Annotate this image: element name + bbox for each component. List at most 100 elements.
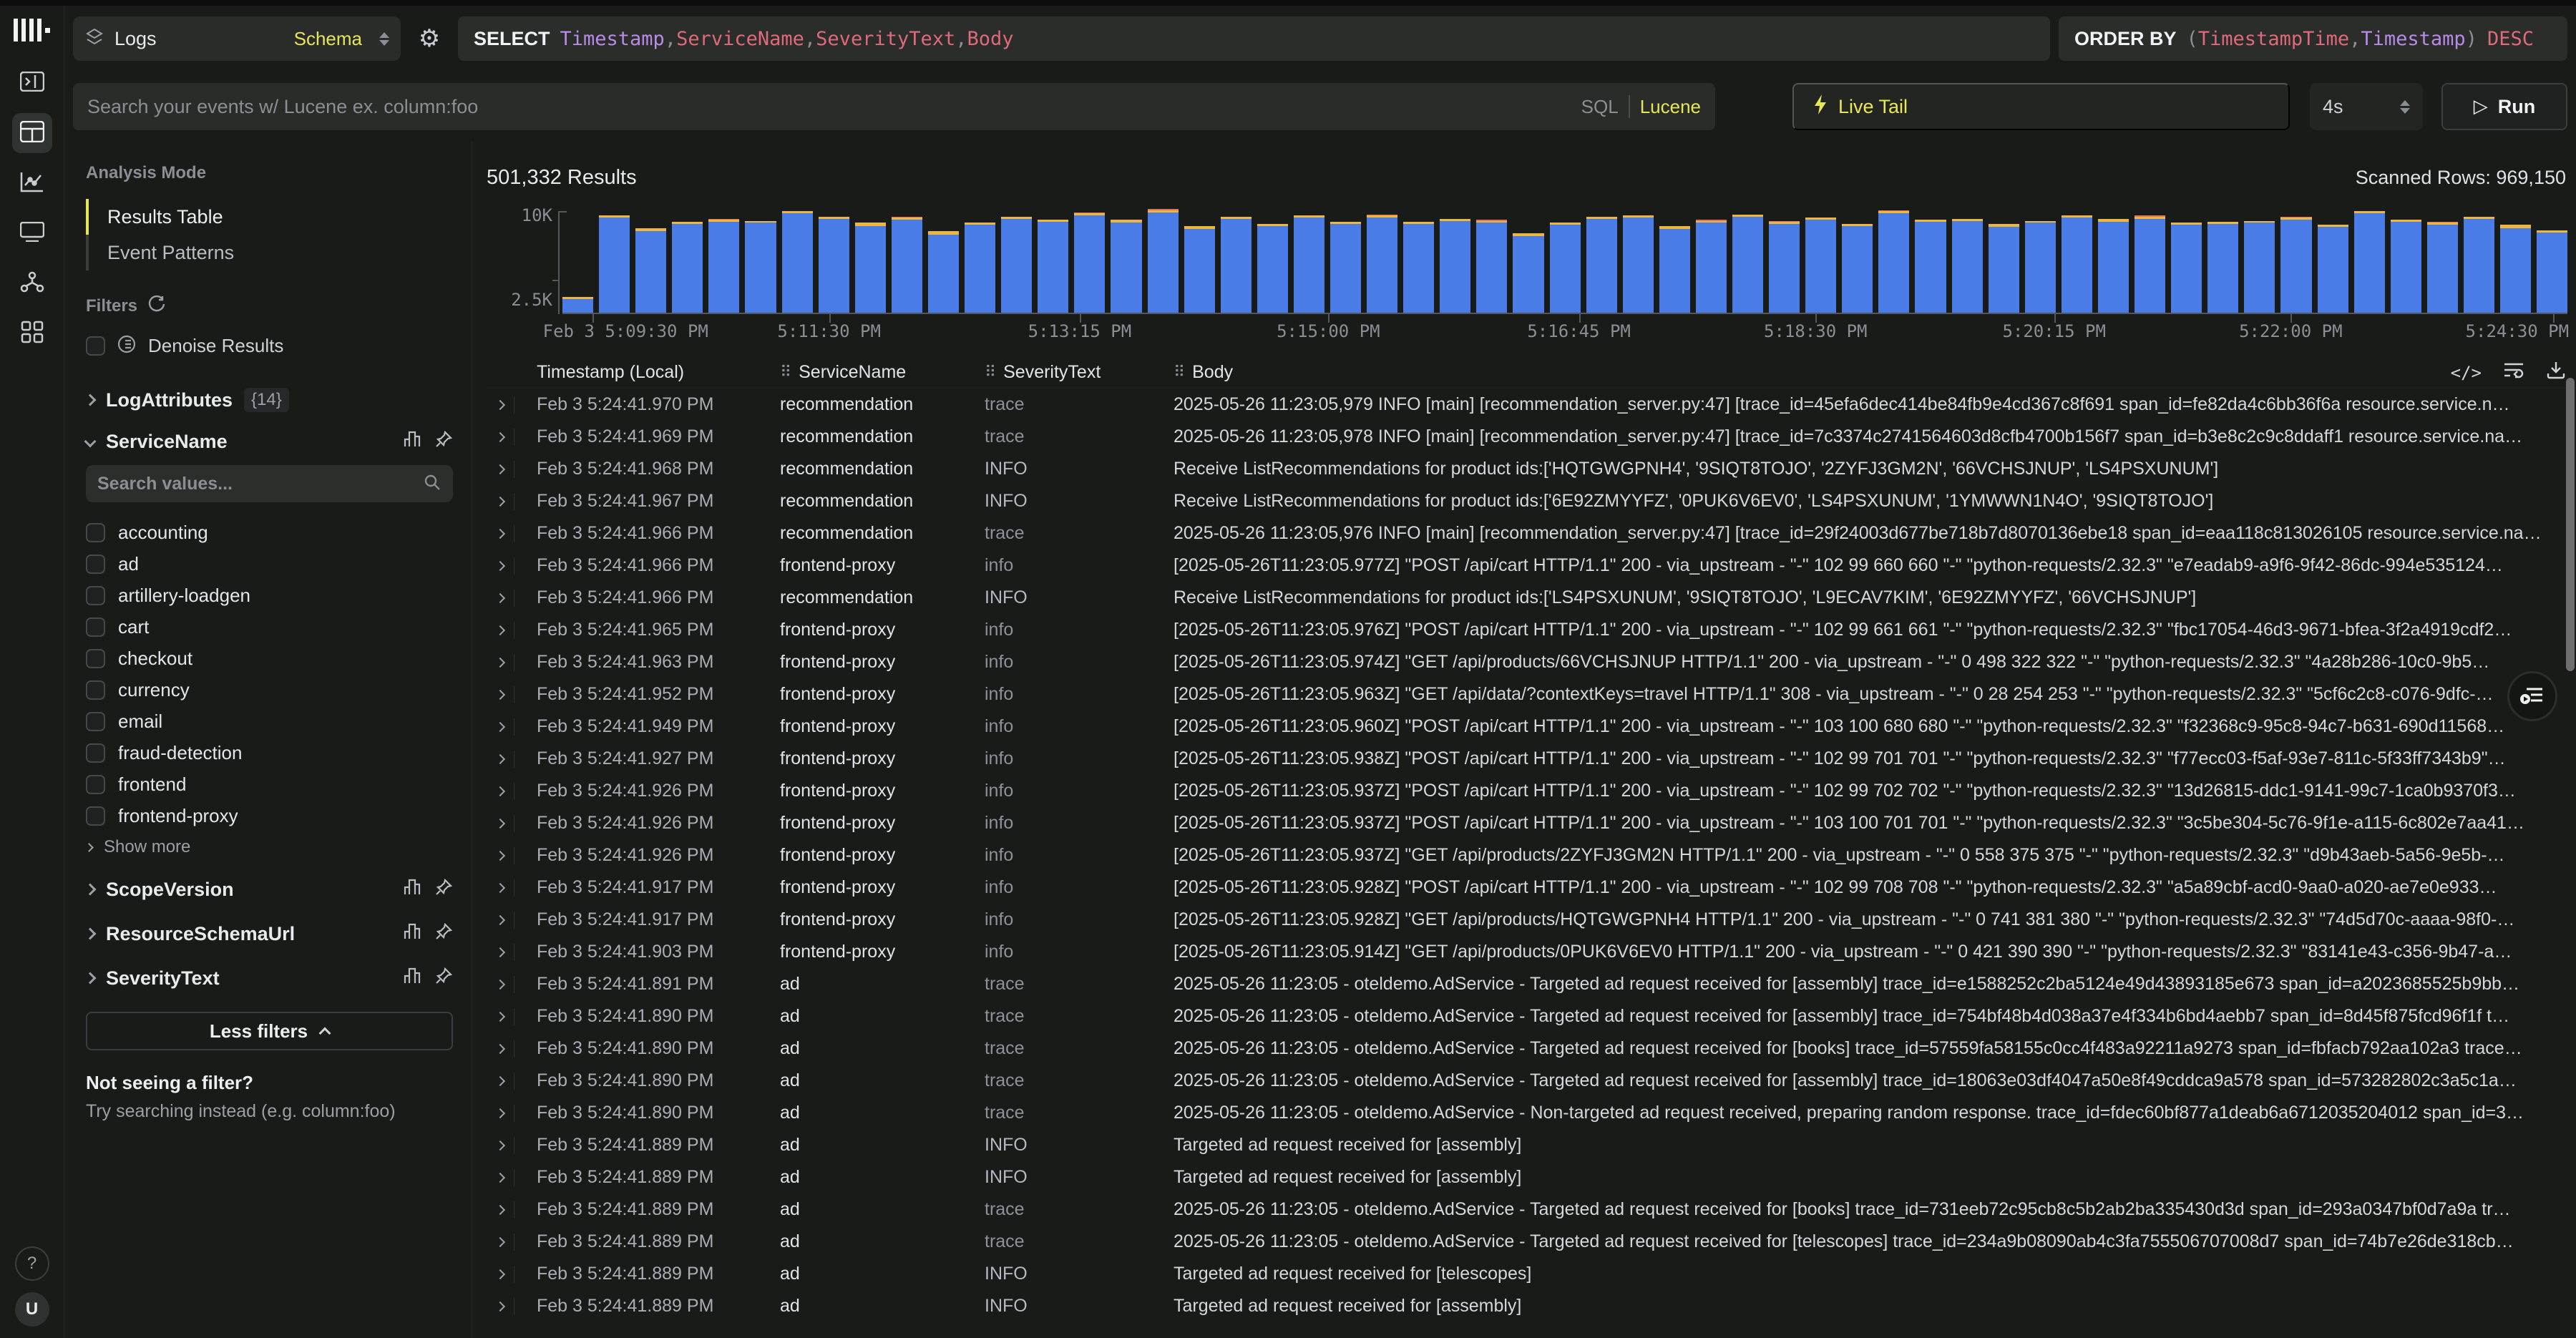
histogram-bar[interactable] (2098, 208, 2129, 313)
code-view-icon[interactable]: </> (2451, 363, 2482, 383)
log-row[interactable]: Feb 3 5:24:41.927 PM frontend-proxy info… (487, 743, 2576, 775)
expand-chevron-icon[interactable] (495, 464, 505, 474)
expand-chevron-icon[interactable] (495, 496, 505, 506)
histogram-bars[interactable] (562, 208, 2567, 314)
service-filter-item[interactable]: accounting (86, 517, 453, 548)
histogram-bar[interactable] (2427, 208, 2458, 313)
histogram-bar[interactable] (1659, 208, 1690, 313)
order-by-editor[interactable]: ORDER BY (TimestampTime, Timestamp)DESC (2059, 16, 2567, 61)
expand-chevron-icon[interactable] (495, 1075, 505, 1085)
source-selector[interactable]: Logs Schema (73, 16, 401, 61)
expand-chevron-icon[interactable] (495, 1140, 505, 1150)
histogram-bar[interactable] (1989, 208, 2019, 313)
service-checkbox[interactable] (86, 775, 105, 794)
histogram-bar[interactable] (1148, 208, 1179, 313)
histogram-bar[interactable] (782, 208, 813, 313)
filter-group-servicename[interactable]: ServiceName (86, 421, 453, 462)
bar-chart-icon[interactable] (403, 878, 421, 902)
service-search-input[interactable] (97, 474, 423, 494)
service-filter-item[interactable]: currency (86, 674, 453, 705)
expand-chevron-icon[interactable] (495, 657, 505, 667)
histogram-bar[interactable] (1074, 208, 1105, 313)
expand-chevron-icon[interactable] (495, 1236, 505, 1246)
histogram-bar[interactable] (1915, 208, 1946, 313)
service-filter-item[interactable]: artillery-loadgen (86, 580, 453, 611)
pin-icon[interactable] (434, 967, 453, 990)
expand-chevron-icon[interactable] (495, 850, 505, 860)
histogram-bar[interactable] (1952, 208, 1983, 313)
histogram-bar[interactable] (1476, 208, 1507, 313)
expand-chevron-icon[interactable] (495, 818, 505, 828)
bar-chart-icon[interactable] (403, 967, 421, 990)
search-input[interactable] (87, 96, 1581, 118)
expand-chevron-icon[interactable] (495, 560, 505, 570)
histogram-bar[interactable] (1184, 208, 1215, 313)
filter-group-collapsed[interactable]: ResourceSchemaUrl (86, 912, 453, 956)
expand-chevron-icon[interactable] (495, 979, 505, 989)
column-header-body[interactable]: ⠿Body </> (1174, 360, 2566, 385)
histogram-bar[interactable] (1842, 208, 1873, 313)
expand-chevron-icon[interactable] (495, 689, 505, 699)
histogram-bar[interactable] (1038, 208, 1068, 313)
service-checkbox[interactable] (86, 680, 105, 700)
less-filters-button[interactable]: Less filters (86, 1012, 453, 1050)
pin-icon[interactable] (434, 430, 453, 454)
bar-chart-icon[interactable] (403, 922, 421, 946)
service-filter-item[interactable]: cart (86, 611, 453, 643)
analysis-mode-item[interactable]: Event Patterns (86, 235, 453, 270)
histogram-bar[interactable] (635, 208, 666, 313)
histogram-bar[interactable] (1586, 208, 1617, 313)
show-more-button[interactable]: Show more (86, 831, 453, 863)
histogram-bar[interactable] (1623, 208, 1654, 313)
service-checkbox[interactable] (86, 743, 105, 763)
histogram-bar[interactable] (819, 208, 849, 313)
log-row[interactable]: Feb 3 5:24:41.949 PM frontend-proxy info… (487, 710, 2576, 743)
log-row[interactable]: Feb 3 5:24:41.889 PM ad INFO Targeted ad… (487, 1290, 2576, 1322)
service-checkbox[interactable] (86, 806, 105, 826)
histogram-bar[interactable] (1403, 208, 1434, 313)
drag-handle-icon[interactable]: ⠿ (985, 363, 996, 381)
log-row[interactable]: Feb 3 5:24:41.890 PM ad trace 2025-05-26… (487, 1000, 2576, 1032)
log-row[interactable]: Feb 3 5:24:41.889 PM ad INFO Targeted ad… (487, 1129, 2576, 1161)
histogram-bar[interactable] (892, 208, 922, 313)
service-filter-item[interactable]: ad (86, 548, 453, 580)
histogram-bar[interactable] (2171, 208, 2202, 313)
expand-chevron-icon[interactable] (495, 1108, 505, 1118)
log-row[interactable]: Feb 3 5:24:41.963 PM frontend-proxy info… (487, 646, 2576, 678)
log-row[interactable]: Feb 3 5:24:41.965 PM frontend-proxy info… (487, 614, 2576, 646)
histogram-bar[interactable] (562, 208, 593, 313)
pin-icon[interactable] (434, 922, 453, 946)
histogram-bar[interactable] (1513, 208, 1543, 313)
log-row[interactable]: Feb 3 5:24:41.889 PM ad trace 2025-05-26… (487, 1226, 2576, 1258)
log-row[interactable]: Feb 3 5:24:41.926 PM frontend-proxy info… (487, 775, 2576, 807)
histogram-bar[interactable] (708, 208, 739, 313)
histogram-bar[interactable] (2500, 208, 2531, 313)
service-filter-item[interactable]: email (86, 705, 453, 737)
filter-group-collapsed[interactable]: ScopeVersion (86, 867, 453, 912)
histogram-bar[interactable] (1878, 208, 1909, 313)
table-options-floating-button[interactable] (2507, 671, 2557, 721)
hyperdx-logo-icon[interactable] (14, 16, 50, 44)
nav-search[interactable] (12, 63, 52, 103)
service-value-search[interactable] (86, 465, 453, 502)
nav-results-table[interactable] (12, 113, 52, 153)
download-icon[interactable] (2546, 360, 2566, 385)
log-row[interactable]: Feb 3 5:24:41.903 PM frontend-proxy info… (487, 936, 2576, 968)
log-row[interactable]: Feb 3 5:24:41.917 PM frontend-proxy info… (487, 871, 2576, 904)
histogram-bar[interactable] (1257, 208, 1288, 313)
query-language-toggle[interactable]: SQL Lucene (1581, 95, 1701, 118)
histogram-bar[interactable] (2464, 208, 2494, 313)
expand-chevron-icon[interactable] (495, 1204, 505, 1214)
expand-chevron-icon[interactable] (495, 947, 505, 957)
expand-chevron-icon[interactable] (495, 786, 505, 796)
histogram-bar[interactable] (599, 208, 630, 313)
live-tail-button[interactable]: Live Tail (1792, 83, 2290, 130)
log-row[interactable]: Feb 3 5:24:41.952 PM frontend-proxy info… (487, 678, 2576, 710)
histogram-bar[interactable] (1550, 208, 1581, 313)
drag-handle-icon[interactable]: ⠿ (1174, 363, 1185, 381)
log-row[interactable]: Feb 3 5:24:41.970 PM recommendation trac… (487, 389, 2576, 421)
pin-icon[interactable] (434, 878, 453, 902)
histogram-bar[interactable] (1805, 208, 1836, 313)
histogram-bar[interactable] (2025, 208, 2056, 313)
log-row[interactable]: Feb 3 5:24:41.890 PM ad trace 2025-05-26… (487, 1065, 2576, 1097)
